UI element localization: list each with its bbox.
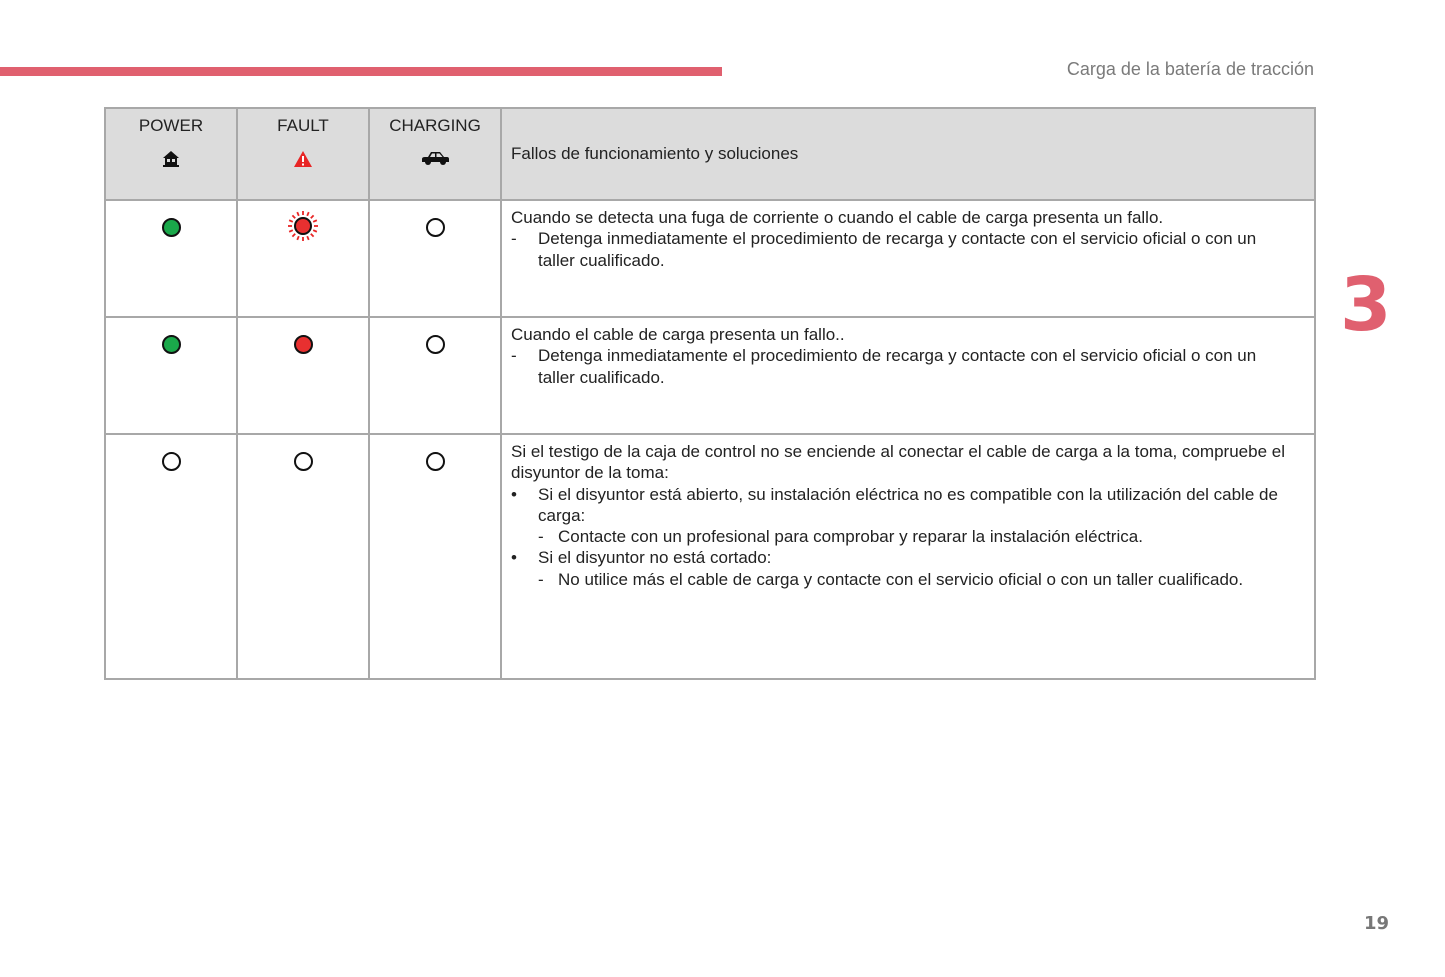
blink-ray xyxy=(291,214,296,219)
table-row: Si el testigo de la caja de control no s… xyxy=(104,433,1316,680)
list-item: • Si el disyuntor está abierto, su instal… xyxy=(511,484,1294,527)
power-led-off-icon xyxy=(161,452,181,471)
fault-cell xyxy=(236,199,370,318)
blink-ray xyxy=(310,214,315,219)
blink-ray xyxy=(306,211,310,217)
blink-ray xyxy=(310,233,315,238)
column-label: POWER xyxy=(138,116,204,135)
table-row: Cuando el cable de carga presenta un fal… xyxy=(104,316,1316,435)
blink-led-core xyxy=(294,217,312,235)
power-cell xyxy=(104,199,238,318)
description-intro: Cuando se detecta una fuga de corriente … xyxy=(511,208,1164,227)
list-item-text: No utilice más el cable de carga y conta… xyxy=(558,569,1244,589)
power-cell xyxy=(104,433,238,680)
column-header-fault: FAULT xyxy=(236,107,370,201)
description-cell: Cuando el cable de carga presenta un fal… xyxy=(500,316,1316,435)
list-marker: • xyxy=(511,484,517,504)
list-marker: • xyxy=(511,548,517,568)
warning-triangle-icon xyxy=(238,150,368,170)
blink-ray xyxy=(296,235,300,241)
table-row: Cuando se detecta una fuga de corriente … xyxy=(104,199,1316,318)
fault-cell xyxy=(236,433,370,680)
blink-ray xyxy=(306,235,310,241)
blink-ray xyxy=(291,233,296,238)
charging-cell xyxy=(368,316,502,435)
description-intro: Cuando el cable de carga presenta un fal… xyxy=(511,325,845,344)
description-cell: Si el testigo de la caja de control no s… xyxy=(500,433,1316,680)
fault-cell xyxy=(236,316,370,435)
list-marker: - xyxy=(511,346,517,366)
blink-ray xyxy=(288,229,294,233)
list-item-text: Contacte con un profesional para comprob… xyxy=(558,527,1143,547)
blink-ray xyxy=(312,229,318,233)
blink-ray xyxy=(296,211,300,217)
table-header-row: POWER FAULT CHARGING Fallos de funcionam… xyxy=(104,107,1316,201)
charging-cell xyxy=(368,199,502,318)
list-marker: - xyxy=(538,527,544,547)
list-item-text: Detenga inmediatamente el procedimiento … xyxy=(538,346,1257,387)
chapter-number: 3 xyxy=(1340,262,1392,348)
house-icon xyxy=(106,150,236,170)
page-number: 19 xyxy=(1364,913,1390,934)
list-item-text: Si el disyuntor no está cortado: xyxy=(538,548,772,568)
fault-led-red-on-icon xyxy=(293,335,313,354)
list-item-text: Detenga inmediatamente el procedimiento … xyxy=(538,229,1257,270)
power-cell xyxy=(104,316,238,435)
car-icon xyxy=(370,150,500,170)
charging-led-off-icon xyxy=(425,218,445,237)
charging-cell xyxy=(368,433,502,680)
description-cell: Cuando se detecta una fuga de corriente … xyxy=(500,199,1316,318)
power-led-green-on-icon xyxy=(161,335,181,354)
blink-ray xyxy=(288,219,294,223)
list-item-text: Si el disyuntor está abierto, su instala… xyxy=(538,484,1278,525)
column-header-charging: CHARGING xyxy=(368,107,502,201)
section-title: Carga de la batería de tracción xyxy=(1066,59,1314,79)
column-label: CHARGING xyxy=(389,116,481,135)
sub-list-item: - No utilice más el cable de carga y cont… xyxy=(511,569,1294,590)
list-item: • Si el disyuntor no está cortado: xyxy=(511,547,1294,568)
sub-list-item: - Contacte con un profesional para compro… xyxy=(511,526,1294,547)
list-marker: - xyxy=(538,569,544,589)
power-led-green-on-icon xyxy=(161,218,181,237)
blink-ray xyxy=(312,219,318,223)
charging-led-off-icon xyxy=(425,335,445,354)
header-accent-bar xyxy=(0,67,722,76)
charging-led-off-icon xyxy=(425,452,445,471)
list-marker: - xyxy=(511,229,517,249)
fault-led-off-icon xyxy=(293,452,313,471)
column-header-power: POWER xyxy=(104,107,238,201)
description-header: Fallos de funcionamiento y soluciones xyxy=(500,107,1316,201)
list-item: - Detenga inmediatamente el procedimiento… xyxy=(511,345,1294,388)
fault-led-red-blinking-icon xyxy=(286,209,320,243)
fault-indicator-table: POWER FAULT CHARGING Fallos de funcionam… xyxy=(104,107,1316,680)
list-item: - Detenga inmediatamente el procedimiento… xyxy=(511,228,1294,271)
description-intro: Si el testigo de la caja de control no s… xyxy=(511,442,1285,483)
column-label: FAULT xyxy=(277,116,329,135)
